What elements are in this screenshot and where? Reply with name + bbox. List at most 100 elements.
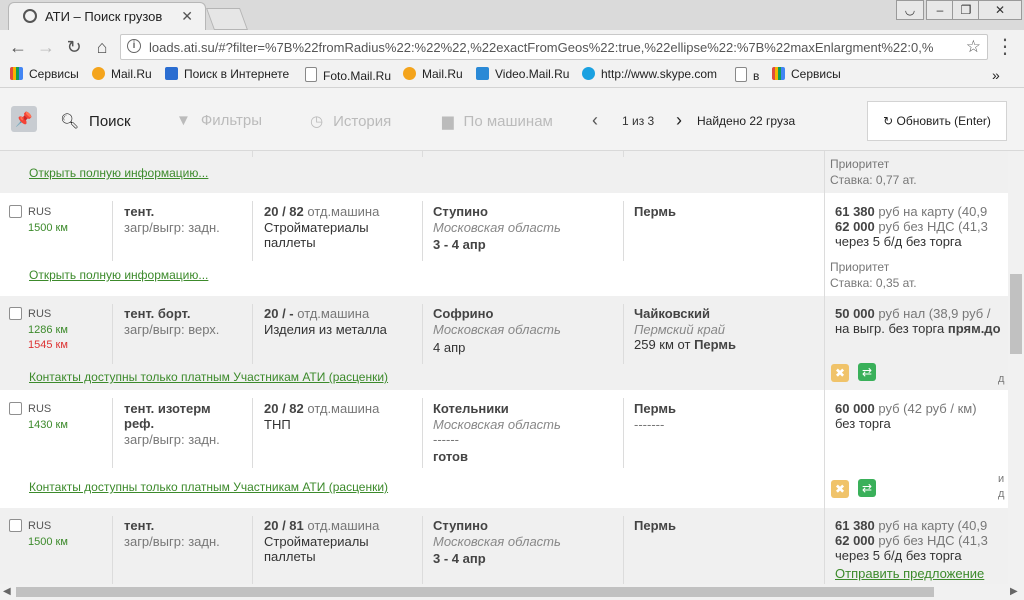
list-item: RUS 1500 км тент. загр/выгр: задн. 20 / … xyxy=(0,508,1008,584)
vertical-scrollbar[interactable] xyxy=(1008,151,1024,584)
by-trucks-tab[interactable]: ▆ По машинам xyxy=(442,112,553,130)
address-bar[interactable]: i loads.ati.su/#?filter=%7B%22fromRadius… xyxy=(120,34,988,60)
to-distance-city: Пермь xyxy=(694,337,737,352)
reload-icon[interactable]: ↻ xyxy=(63,37,85,58)
to-city: Пермь xyxy=(634,204,676,219)
browser-tab[interactable]: АТИ – Поиск грузов ✕ xyxy=(8,2,206,31)
weight: 20 / 82 xyxy=(264,204,304,219)
exchange-badge-icon[interactable]: ⇄ xyxy=(858,479,876,497)
cargo: Стройматериалы xyxy=(264,220,369,235)
bookmark-item[interactable]: в xyxy=(735,67,759,83)
send-offer-link[interactable]: Отправить предложение xyxy=(835,566,984,581)
price: 61 380 xyxy=(835,204,875,219)
open-info-link[interactable]: Открыть полную информацию... xyxy=(29,268,208,282)
cargo: Изделия из металла xyxy=(264,322,387,337)
payment-terms: без торга xyxy=(835,416,891,431)
bookmark-item[interactable]: Foto.Mail.Ru xyxy=(305,67,391,83)
row-checkbox[interactable] xyxy=(9,402,22,415)
country: RUS xyxy=(28,520,52,532)
row-checkbox[interactable] xyxy=(9,307,22,320)
vertical-scrollbar-thumb[interactable] xyxy=(1010,274,1022,354)
cross-badge-icon[interactable]: ✖ xyxy=(831,364,849,382)
edge-text: и xyxy=(998,473,1005,485)
bookmark-item[interactable]: Сервисы xyxy=(10,67,79,81)
distance: 1500 км xyxy=(28,222,68,234)
scroll-right-icon[interactable]: ▶ xyxy=(1010,586,1018,597)
scroll-left-icon[interactable]: ◀ xyxy=(3,586,11,597)
bookmark-item[interactable]: Mail.Ru xyxy=(403,67,463,81)
menu-icon[interactable]: ⋮ xyxy=(994,34,1016,59)
search-tab[interactable]: 🔍︎ Поиск xyxy=(60,112,131,130)
user-icon[interactable]: ◡ xyxy=(896,0,924,20)
bookmark-label: http://www.skype.com xyxy=(601,67,718,81)
forward-icon[interactable]: → xyxy=(35,37,57,58)
price: 62 000 xyxy=(835,533,875,548)
bookmark-label: Mail.Ru xyxy=(111,67,152,81)
list-item: RUS 1430 км тент. изотерм реф. загр/выгр… xyxy=(0,390,1008,508)
price: 60 000 xyxy=(835,401,875,416)
load-date: 3 - 4 апр xyxy=(433,237,486,252)
refresh-icon: ↻ xyxy=(883,114,897,128)
cross-badge-icon[interactable]: ✖ xyxy=(831,480,849,498)
video-icon xyxy=(476,67,489,80)
back-icon[interactable]: ← xyxy=(7,37,29,58)
url-text: loads.ati.su/#?filter=%7B%22fromRadius%2… xyxy=(149,40,934,55)
pin-button[interactable]: 📌 xyxy=(11,106,37,132)
bookmark-item[interactable]: http://www.skype.com xyxy=(582,67,718,81)
by-trucks-tab-label: По машинам xyxy=(463,113,553,130)
close-icon[interactable]: ✕ xyxy=(978,0,1022,20)
price: 62 000 xyxy=(835,219,875,234)
bookmark-item[interactable]: Mail.Ru xyxy=(92,67,152,81)
results-list: Открыть полную информацию... Приоритет С… xyxy=(0,151,1008,584)
bookmarks-overflow-icon[interactable]: » xyxy=(992,67,1000,83)
from-city: Котельники xyxy=(433,401,509,416)
next-page-icon[interactable]: › xyxy=(676,110,682,131)
bookmark-star-icon[interactable]: ☆ xyxy=(966,37,981,57)
row-checkbox[interactable] xyxy=(9,519,22,532)
search-icon: 🔍︎ xyxy=(60,113,80,130)
bookmark-item[interactable]: Video.Mail.Ru xyxy=(476,67,569,81)
filters-tab[interactable]: ▼ Фильтры xyxy=(176,112,262,129)
refresh-button[interactable]: ↻ Обновить (Enter) xyxy=(867,101,1007,141)
list-item: RUS 1286 км 1545 км тент. борт. загр/выг… xyxy=(0,296,1008,390)
history-tab[interactable]: ◷ История xyxy=(310,112,391,130)
contacts-link[interactable]: Контакты доступны только платным Участни… xyxy=(29,370,388,384)
filters-tab-label: Фильтры xyxy=(200,112,263,129)
tab-close-icon[interactable]: ✕ xyxy=(181,8,193,25)
truck-type: тент. xyxy=(124,518,155,533)
row-checkbox[interactable] xyxy=(9,205,22,218)
bookmark-label: Foto.Mail.Ru xyxy=(323,69,392,83)
open-info-link[interactable]: Открыть полную информацию... xyxy=(29,166,208,180)
to-city: Пермь xyxy=(634,401,676,416)
home-icon[interactable]: ⌂ xyxy=(91,37,113,58)
bookmark-item[interactable]: Поиск в Интернете xyxy=(165,67,289,81)
contacts-link[interactable]: Контакты доступны только платным Участни… xyxy=(29,480,388,494)
prev-page-icon[interactable]: ‹ xyxy=(592,110,598,131)
weight: 20 / 82 xyxy=(264,401,304,416)
info-icon[interactable]: i xyxy=(127,39,141,53)
search-tab-label: Поиск xyxy=(89,113,131,130)
distance: 1430 км xyxy=(28,419,68,431)
bookmark-label: Сервисы xyxy=(791,67,841,81)
exchange-badge-icon[interactable]: ⇄ xyxy=(858,363,876,381)
cargo: ТНП xyxy=(264,417,291,432)
minimize-icon[interactable]: – xyxy=(926,0,954,20)
cargo: Стройматериалы xyxy=(264,534,369,549)
filter-icon: ▼ xyxy=(176,112,191,129)
weight-note: отд.машина xyxy=(307,401,380,416)
load-type: загр/выгр: верх. xyxy=(124,322,220,337)
load-date: 4 апр xyxy=(433,340,466,355)
horizontal-scrollbar-thumb[interactable] xyxy=(16,587,934,597)
rate-label: Ставка: 0,35 ат. xyxy=(830,276,917,290)
bookmark-item[interactable]: Сервисы xyxy=(772,67,841,81)
restore-icon[interactable]: ❐ xyxy=(952,0,980,20)
price: 50 000 xyxy=(835,306,875,321)
bookmark-label: Mail.Ru xyxy=(422,67,463,81)
from-region: Московская область xyxy=(433,322,561,337)
pin-icon: 📌 xyxy=(15,111,33,127)
price-note: руб на карту (40,9 xyxy=(878,518,988,533)
from-region: Московская область xyxy=(433,417,561,432)
payment-terms: через 5 б/д без торга xyxy=(835,234,962,249)
price-note: руб нал (38,9 руб / xyxy=(878,306,991,321)
bookmark-label: в xyxy=(753,69,760,83)
